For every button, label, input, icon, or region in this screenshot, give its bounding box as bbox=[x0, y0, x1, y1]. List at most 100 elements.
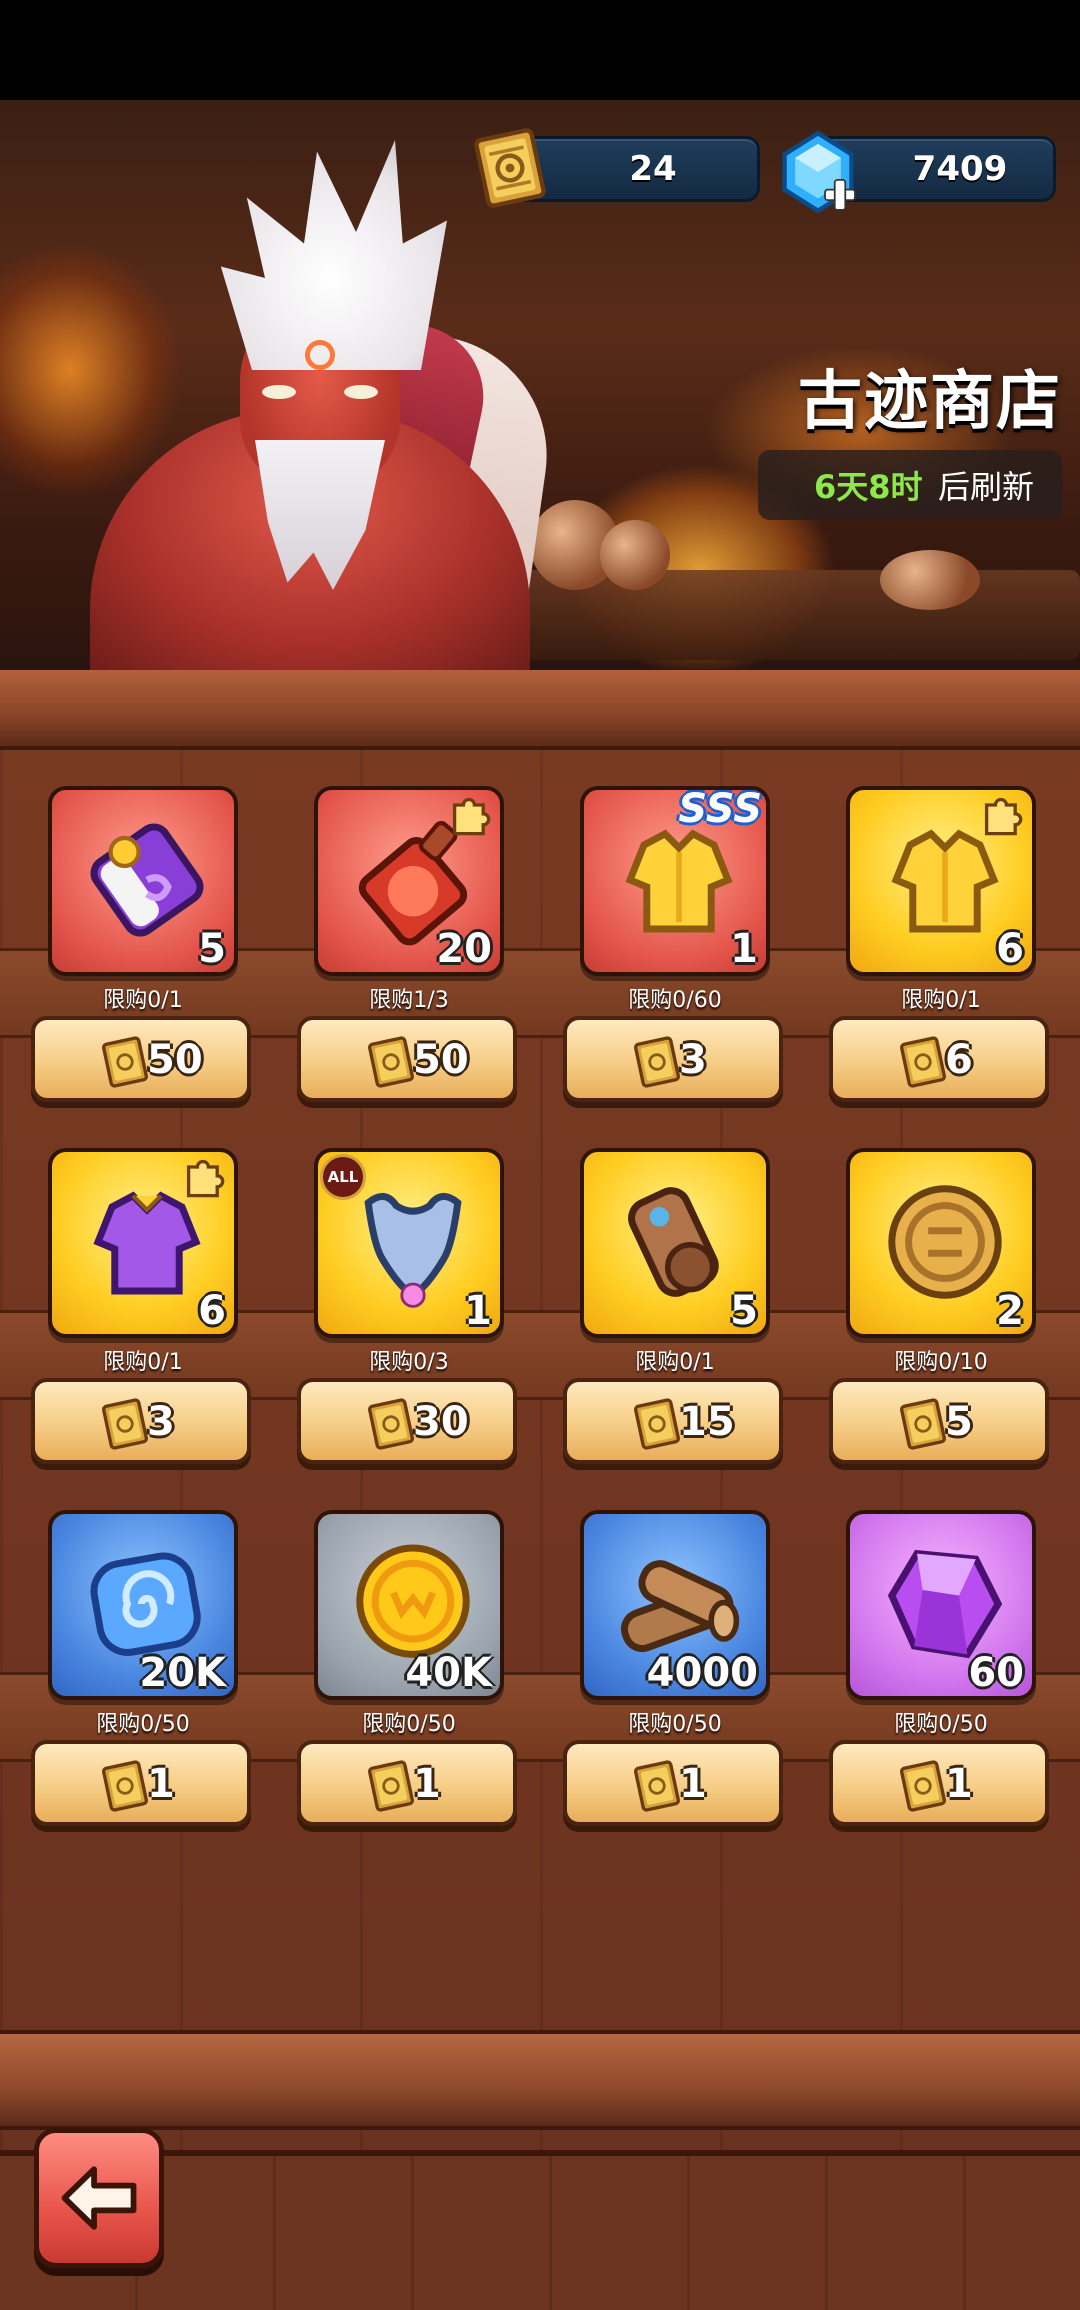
shop-item-card[interactable]: 6 bbox=[48, 1148, 238, 1338]
hero-hair bbox=[220, 140, 447, 370]
banner-pot bbox=[600, 520, 670, 590]
refresh-timer: 6天8时 bbox=[814, 468, 923, 506]
relic-ticket-icon bbox=[101, 1760, 149, 1812]
relic-ticket-icon bbox=[101, 1398, 149, 1450]
gem-count: 7409 bbox=[912, 149, 1008, 189]
buy-button[interactable]: 30 bbox=[297, 1378, 517, 1464]
relic-ticket-icon bbox=[101, 1036, 149, 1088]
ticket-count: 24 bbox=[629, 149, 677, 189]
puzzle-piece-icon bbox=[186, 1159, 225, 1198]
shop-item-card[interactable]: 2 bbox=[846, 1148, 1036, 1338]
item-quantity: 2 bbox=[996, 1288, 1024, 1334]
buy-button[interactable]: 50 bbox=[297, 1016, 517, 1102]
buy-price: 6 bbox=[945, 1037, 973, 1083]
buy-price: 5 bbox=[945, 1399, 973, 1445]
buy-button[interactable]: 1 bbox=[829, 1740, 1049, 1826]
shop-item-card[interactable]: 5 bbox=[580, 1148, 770, 1338]
hero-forehead-mark bbox=[305, 340, 335, 370]
item-quantity: 1 bbox=[464, 1288, 492, 1334]
shop-item-card[interactable]: 5 bbox=[48, 786, 238, 976]
purchase-limit: 限购0/50 bbox=[362, 1712, 456, 1737]
shop-item-card[interactable]: 4000 bbox=[580, 1510, 770, 1700]
shop-item-card[interactable]: ALL 1 bbox=[314, 1148, 504, 1338]
buy-button[interactable]: 15 bbox=[563, 1378, 783, 1464]
item-quantity: 6 bbox=[198, 1288, 226, 1334]
shop-item-card[interactable]: 6 bbox=[846, 786, 1036, 976]
purchase-limit: 限购1/3 bbox=[369, 988, 449, 1013]
purchase-limit: 限购0/60 bbox=[628, 988, 722, 1013]
item-quantity: 60 bbox=[968, 1650, 1024, 1696]
shopkeeper-character bbox=[90, 140, 563, 681]
arrow-left-icon bbox=[61, 2166, 137, 2230]
hero-eye bbox=[262, 385, 296, 399]
relic-ticket-icon bbox=[367, 1036, 415, 1088]
back-button[interactable] bbox=[34, 2128, 164, 2268]
purchase-limit: 限购0/50 bbox=[96, 1712, 190, 1737]
buy-price: 1 bbox=[413, 1761, 441, 1807]
puzzle-piece-icon bbox=[452, 797, 491, 836]
buy-button[interactable]: 5 bbox=[829, 1378, 1049, 1464]
buy-price: 3 bbox=[147, 1399, 175, 1445]
hero-eye bbox=[344, 385, 378, 399]
relic-ticket-icon bbox=[633, 1760, 681, 1812]
buy-button[interactable]: 6 bbox=[829, 1016, 1049, 1102]
buy-price: 15 bbox=[679, 1399, 735, 1445]
wood-plank-bottom bbox=[0, 2030, 1080, 2130]
buy-price: 50 bbox=[413, 1037, 469, 1083]
buy-button[interactable]: 1 bbox=[563, 1740, 783, 1826]
puzzle-piece-icon bbox=[984, 797, 1023, 836]
all-class-badge: ALL bbox=[320, 1154, 366, 1200]
buy-price: 1 bbox=[147, 1761, 175, 1807]
buy-button[interactable]: 1 bbox=[297, 1740, 517, 1826]
item-quantity: 20K bbox=[139, 1650, 226, 1696]
blue-armor-icon bbox=[364, 1193, 462, 1308]
item-quantity: 1 bbox=[730, 926, 758, 972]
purchase-limit: 限购0/50 bbox=[628, 1712, 722, 1737]
brown-scroll-icon bbox=[628, 1187, 719, 1297]
purple-scroll-icon bbox=[90, 823, 204, 937]
purchase-limit: 限购0/3 bbox=[369, 1350, 449, 1375]
relic-ticket-icon bbox=[899, 1398, 947, 1450]
shop-item-card[interactable]: 20K bbox=[48, 1510, 238, 1700]
purchase-limit: 限购0/1 bbox=[635, 1350, 715, 1375]
buy-price: 50 bbox=[147, 1037, 203, 1083]
gold-coin-icon bbox=[888, 1185, 1002, 1299]
buy-button[interactable]: 3 bbox=[31, 1378, 251, 1464]
purchase-limit: 限购0/1 bbox=[901, 988, 981, 1013]
buy-button[interactable]: 1 bbox=[31, 1740, 251, 1826]
item-quantity: 5 bbox=[198, 926, 226, 972]
banner-pot bbox=[880, 550, 980, 610]
blue-gem-icon bbox=[782, 130, 856, 214]
purchase-limit: 限购0/1 bbox=[103, 1350, 183, 1375]
relic-ticket-icon bbox=[633, 1398, 681, 1450]
buy-button[interactable]: 50 bbox=[31, 1016, 251, 1102]
relic-ticket-icon bbox=[367, 1398, 415, 1450]
relic-ticket-icon bbox=[367, 1760, 415, 1812]
shop-item-card[interactable]: 40K bbox=[314, 1510, 504, 1700]
buy-price: 30 bbox=[413, 1399, 469, 1445]
sss-rank-badge: SSS bbox=[678, 786, 762, 832]
relic-ticket-icon bbox=[899, 1760, 947, 1812]
item-quantity: 6 bbox=[996, 926, 1024, 972]
refresh-label: 后刷新 bbox=[938, 468, 1035, 506]
item-quantity: 4000 bbox=[646, 1650, 758, 1696]
buy-price: 1 bbox=[945, 1761, 973, 1807]
shop-item-card[interactable]: 60 bbox=[846, 1510, 1036, 1700]
shop-title: 古迹商店 bbox=[798, 365, 1062, 439]
wood-plank-top bbox=[0, 670, 1080, 750]
purchase-limit: 限购0/50 bbox=[894, 1712, 988, 1737]
buy-price: 3 bbox=[679, 1037, 707, 1083]
purchase-limit: 限购0/1 bbox=[103, 988, 183, 1013]
item-quantity: 5 bbox=[730, 1288, 758, 1334]
shop-item-card[interactable]: SSS 1 bbox=[580, 786, 770, 976]
buy-price: 1 bbox=[679, 1761, 707, 1807]
item-quantity: 40K bbox=[405, 1650, 492, 1696]
relic-ticket-icon bbox=[633, 1036, 681, 1088]
shop-item-card[interactable]: 20 bbox=[314, 786, 504, 976]
system-status-bar bbox=[0, 0, 1080, 100]
item-quantity: 20 bbox=[436, 926, 492, 972]
purchase-limit: 限购0/10 bbox=[894, 1350, 988, 1375]
relic-ticket-icon bbox=[899, 1036, 947, 1088]
relic-ticket-icon bbox=[474, 128, 546, 208]
buy-button[interactable]: 3 bbox=[563, 1016, 783, 1102]
